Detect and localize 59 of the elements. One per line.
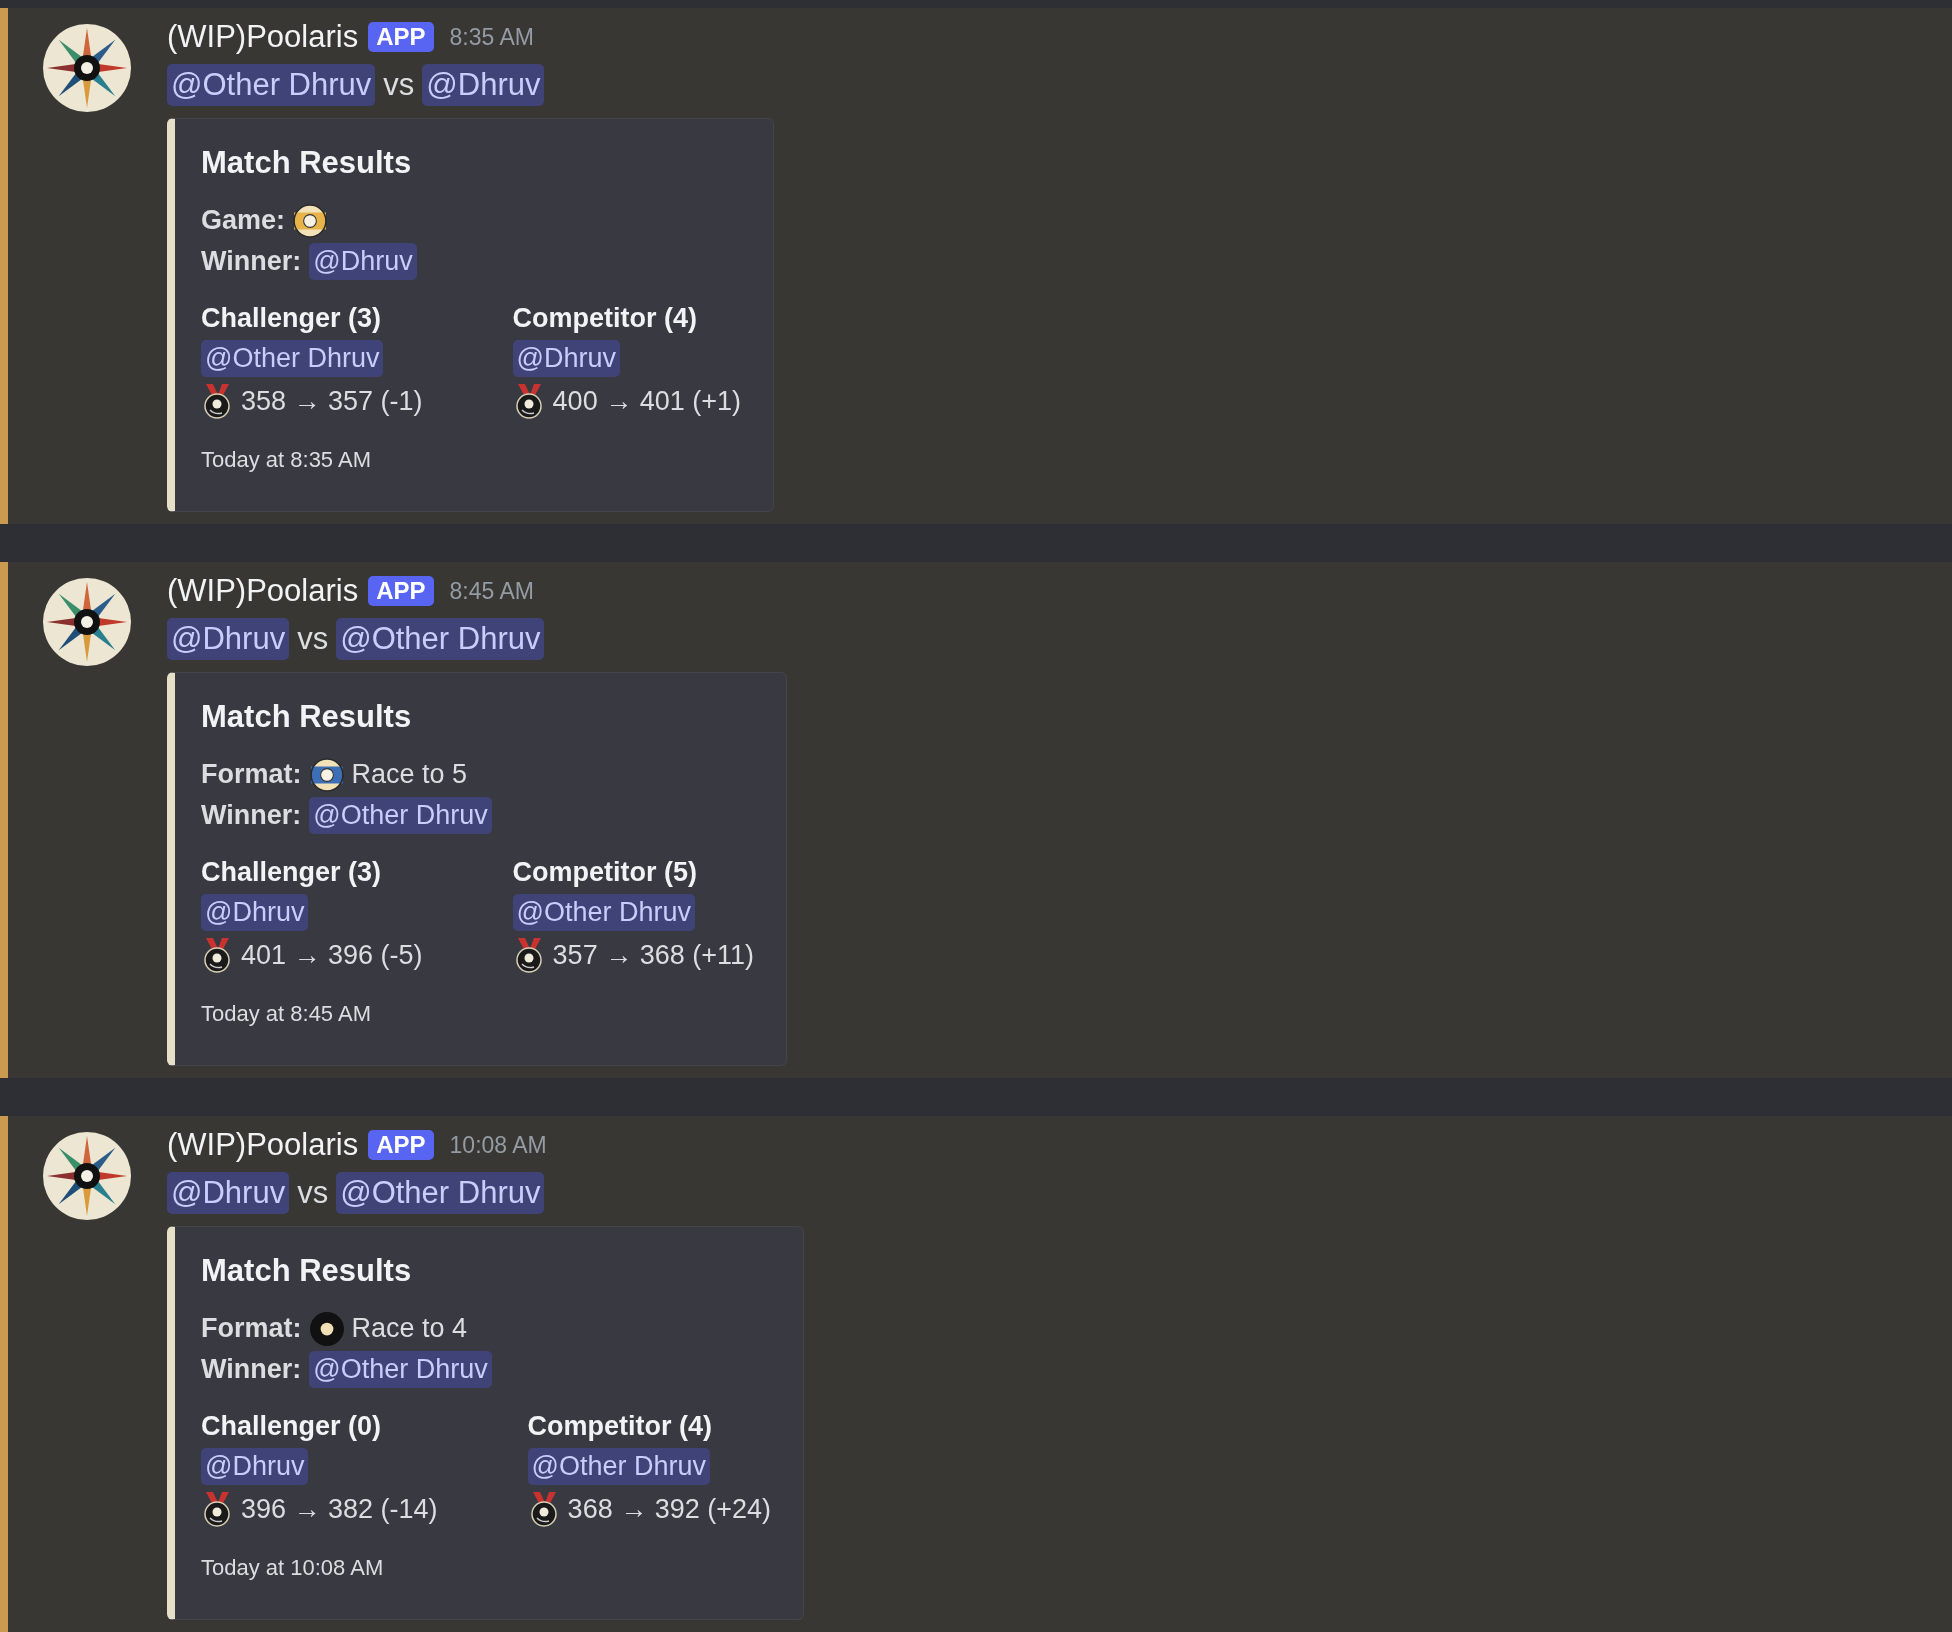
embed-footer: Today at 8:35 AM — [201, 447, 741, 473]
field-label: Challenger (3) — [201, 857, 383, 888]
user-mention[interactable]: @Other Dhruv — [309, 797, 492, 834]
embed-footer: Today at 8:45 AM — [201, 1001, 754, 1027]
author-name[interactable]: (WIP)Poolaris — [167, 573, 359, 609]
user-mention[interactable]: @Other Dhruv — [201, 340, 384, 377]
timestamp: 8:45 AM — [449, 577, 534, 605]
rating-change: 400 → 401 (+1) — [552, 385, 741, 417]
timestamp: 8:35 AM — [449, 23, 534, 51]
author-name[interactable]: (WIP)Poolaris — [167, 19, 359, 55]
rating-change: 368 → 392 (+24) — [567, 1493, 771, 1525]
user-mention[interactable]: @Dhruv — [167, 618, 290, 660]
user-mention[interactable]: @Dhruv — [201, 1448, 309, 1485]
rating-change: 358 → 357 (-1) — [241, 385, 423, 417]
user-mention[interactable]: @Other Dhruv — [336, 1172, 545, 1214]
message-text: vs — [297, 621, 329, 657]
user-mention[interactable]: @Dhruv — [167, 1172, 290, 1214]
field-label: Game: — [201, 205, 286, 236]
medal-icon — [201, 383, 233, 419]
user-mention[interactable]: @Other Dhruv — [512, 894, 696, 931]
field-label: Winner: — [201, 246, 302, 277]
embed-footer: Today at 10:08 AM — [201, 1555, 771, 1581]
author-name[interactable]: (WIP)Poolaris — [167, 1127, 359, 1163]
field-value: Race to 4 — [351, 1313, 468, 1344]
field-label: Winner: — [201, 800, 302, 831]
embed-title: Match Results — [201, 1253, 413, 1289]
rating-change: 401 → 396 (-5) — [241, 939, 423, 971]
user-mention[interactable]: @Other Dhruv — [167, 64, 376, 106]
medal-icon — [201, 1491, 233, 1527]
user-mention[interactable]: @Dhruv — [422, 64, 545, 106]
app-badge: APP — [368, 576, 434, 606]
message-text: vs — [297, 1175, 329, 1211]
app-badge: APP — [368, 22, 434, 52]
embed-title: Match Results — [201, 145, 413, 181]
billiard-ball-icon — [309, 1311, 344, 1346]
billiard-ball-icon — [293, 203, 328, 238]
billiard-ball-icon — [309, 757, 344, 792]
field-label: Challenger (3) — [201, 303, 383, 334]
user-mention[interactable]: @Other Dhruv — [527, 1448, 711, 1485]
field-label: Format: — [201, 1313, 302, 1344]
user-mention[interactable]: @Dhruv — [309, 243, 417, 280]
message-text: vs — [383, 67, 415, 103]
user-mention[interactable]: @Other Dhruv — [336, 618, 545, 660]
rating-change: 357 → 368 (+11) — [552, 939, 754, 971]
medal-icon — [201, 937, 233, 973]
user-mention[interactable]: @Dhruv — [201, 894, 309, 931]
user-mention[interactable]: @Other Dhruv — [309, 1351, 492, 1388]
timestamp: 10:08 AM — [449, 1131, 547, 1159]
field-label: Winner: — [201, 1354, 302, 1385]
field-label: Competitor (5) — [512, 857, 699, 888]
field-label: Competitor (4) — [527, 1411, 714, 1442]
user-mention[interactable]: @Dhruv — [512, 340, 621, 377]
rating-change: 396 → 382 (-14) — [241, 1493, 438, 1525]
embed-title: Match Results — [201, 699, 413, 735]
field-label: Challenger (0) — [201, 1411, 383, 1442]
app-badge: APP — [368, 1130, 434, 1160]
field-label: Competitor (4) — [512, 303, 699, 334]
field-value: Race to 5 — [351, 759, 468, 790]
field-label: Format: — [201, 759, 302, 790]
